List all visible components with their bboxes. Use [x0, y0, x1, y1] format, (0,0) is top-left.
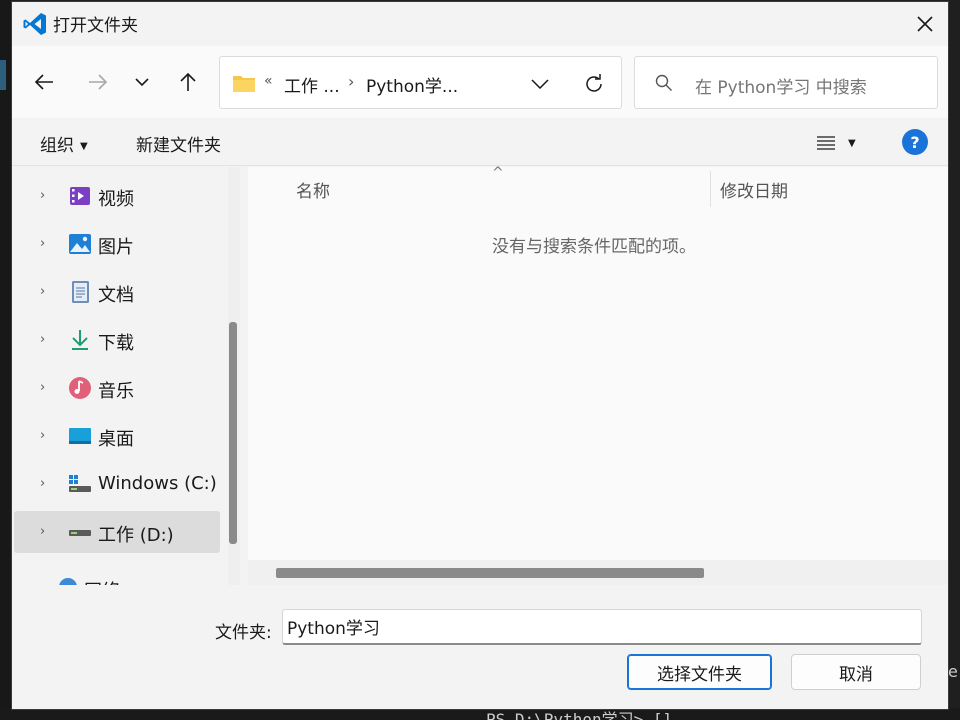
new-folder-button[interactable]: 新建文件夹 [136, 131, 221, 156]
sidebar-item-label: Windows (C:) [98, 473, 217, 494]
column-header-name[interactable]: 名称 [296, 177, 330, 202]
folder-label: 文件夹: [215, 623, 272, 643]
navigation-pane: › 视频 › 图片 › 文档 › 下载 › 音乐 › 桌面 › Windows … [12, 167, 248, 585]
recent-locations-button[interactable] [126, 66, 158, 98]
chevron-right-icon[interactable]: › [40, 236, 45, 251]
sidebar-item-videos[interactable]: › 视频 [14, 175, 220, 217]
window-title: 打开文件夹 [53, 16, 138, 36]
dialog-footer: 文件夹: 选择文件夹 取消 [12, 585, 948, 709]
drive-d-icon [68, 520, 92, 544]
breadcrumb-drive[interactable]: 工作 ... [284, 72, 340, 97]
sidebar-item-downloads[interactable]: › 下载 [14, 319, 220, 361]
music-icon [68, 376, 92, 400]
sidebar-item-drive-c[interactable]: › Windows (C:) [14, 463, 220, 505]
sidebar-item-label: 网络 [84, 577, 120, 585]
folder-icon [232, 73, 256, 97]
view-options-button[interactable]: ▼ [816, 130, 866, 156]
vscode-icon [22, 11, 48, 37]
cancel-button[interactable]: 取消 [791, 654, 921, 690]
chevron-right-icon[interactable]: › [40, 380, 45, 395]
forward-button[interactable] [82, 66, 114, 98]
editor-edge-text: e [948, 662, 958, 681]
chevron-down-icon [531, 79, 549, 89]
document-icon [68, 280, 92, 304]
search-box[interactable]: 在 Python学习 中搜索 [634, 56, 938, 109]
organize-menu-button[interactable]: 组织 ▼ [40, 131, 88, 156]
arrow-up-icon [180, 72, 196, 91]
search-placeholder: 在 Python学习 中搜索 [695, 78, 867, 98]
chevron-right-icon[interactable]: › [40, 188, 45, 203]
drive-c-icon [68, 472, 92, 496]
breadcrumb-separator[interactable]: › [348, 72, 354, 91]
caret-down-icon: ▼ [848, 137, 856, 149]
address-dropdown-button[interactable] [526, 71, 554, 97]
back-button[interactable] [28, 66, 60, 98]
sidebar-item-label: 文档 [98, 285, 134, 306]
select-folder-button[interactable]: 选择文件夹 [627, 654, 772, 690]
breadcrumb-folder[interactable]: Python学... [366, 72, 458, 97]
sidebar-item-network[interactable]: 网络 [14, 567, 220, 585]
horizontal-scrollbar[interactable] [248, 560, 948, 585]
sidebar-scrollbar-thumb[interactable] [229, 322, 237, 544]
sidebar-item-drive-d[interactable]: › 工作 (D:) [14, 511, 220, 553]
up-button[interactable] [172, 66, 204, 98]
sidebar-item-label: 图片 [98, 237, 134, 258]
refresh-icon [586, 74, 602, 92]
address-bar[interactable]: « 工作 ... › Python学... [219, 56, 622, 109]
network-icon [56, 575, 80, 585]
sidebar-item-label: 音乐 [98, 381, 134, 402]
download-icon [68, 328, 92, 352]
file-list: ^ 名称 修改日期 没有与搜索条件匹配的项。 [248, 165, 948, 585]
column-divider[interactable] [710, 171, 711, 207]
sidebar-item-label: 桌面 [98, 429, 134, 450]
sidebar-item-pictures[interactable]: › 图片 [14, 223, 220, 265]
sidebar-item-desktop[interactable]: › 桌面 [14, 415, 220, 457]
sidebar-item-label: 工作 (D:) [98, 525, 174, 546]
list-view-icon [817, 136, 835, 150]
desktop-icon [68, 424, 92, 448]
chevron-right-icon[interactable]: › [40, 284, 45, 299]
editor-marker [0, 60, 6, 90]
organize-label: 组织 [40, 136, 74, 156]
refresh-button[interactable] [580, 70, 608, 98]
column-header-date-modified[interactable]: 修改日期 [720, 177, 788, 202]
chevron-right-icon[interactable]: › [40, 332, 45, 347]
horizontal-scrollbar-thumb[interactable] [276, 568, 704, 578]
video-icon [68, 184, 92, 208]
picture-icon [68, 232, 92, 256]
caret-down-icon: ▼ [80, 140, 88, 152]
chevron-right-icon[interactable]: › [40, 476, 45, 491]
overflow-indicator[interactable]: « [264, 73, 273, 89]
title-bar: 打开文件夹 [12, 2, 948, 46]
chevron-right-icon[interactable]: › [40, 428, 45, 443]
arrow-left-icon [34, 74, 53, 90]
sidebar-item-documents[interactable]: › 文档 [14, 271, 220, 313]
navigation-bar: « 工作 ... › Python学... 在 Python学习 中搜索 [12, 46, 948, 118]
empty-state-message: 没有与搜索条件匹配的项。 [492, 237, 696, 257]
arrow-right-icon [89, 74, 108, 90]
command-bar: 组织 ▼ 新建文件夹 ▼ ? [12, 118, 948, 166]
close-button[interactable] [908, 8, 942, 40]
chevron-down-icon [135, 78, 149, 87]
sidebar-item-label: 下载 [98, 333, 134, 354]
close-icon [917, 16, 933, 32]
help-button[interactable]: ? [902, 129, 928, 155]
sort-indicator-icon: ^ [492, 165, 504, 181]
search-icon [655, 74, 673, 96]
sidebar-scrollbar[interactable] [228, 167, 240, 585]
folder-name-input[interactable] [282, 609, 922, 645]
chevron-right-icon[interactable]: › [40, 524, 45, 539]
sidebar-item-label: 视频 [98, 189, 134, 210]
open-folder-dialog: 打开文件夹 « 工作 ... › Python学... 在 Python学习 中… [11, 1, 949, 710]
sidebar-item-music[interactable]: › 音乐 [14, 367, 220, 409]
